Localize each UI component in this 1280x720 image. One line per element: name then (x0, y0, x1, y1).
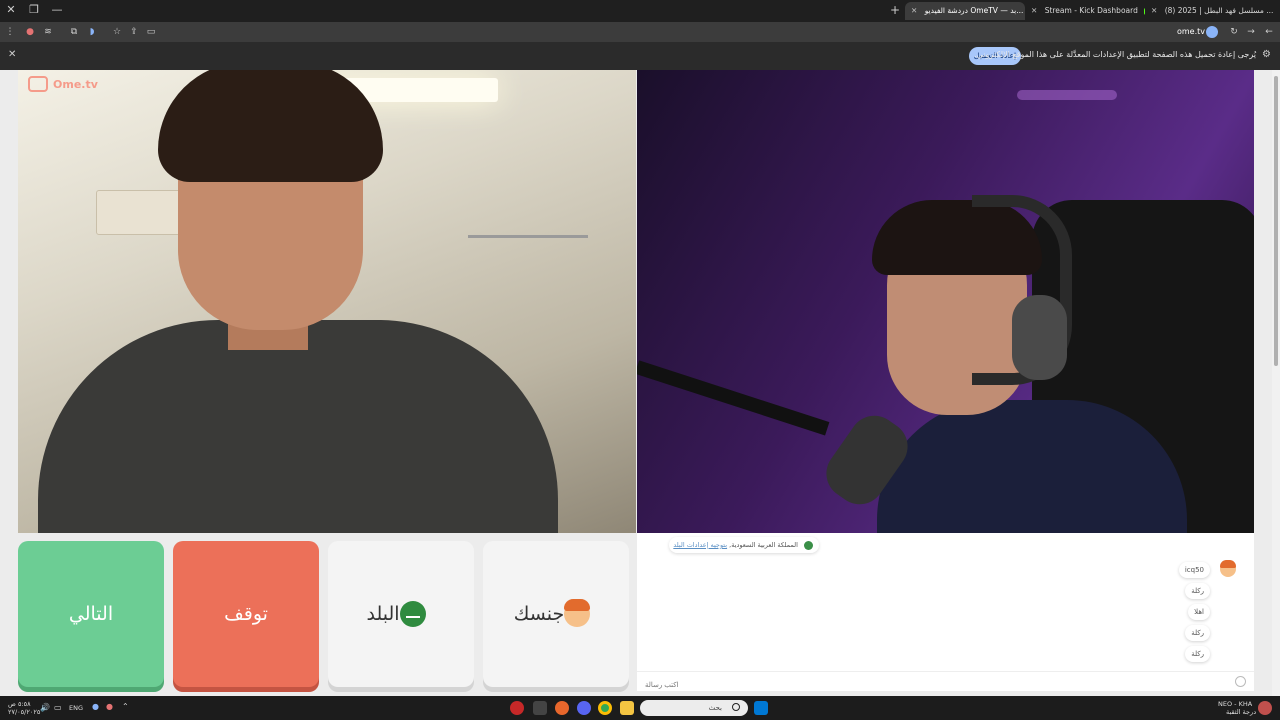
new-tab-button[interactable]: + (890, 2, 900, 18)
system-country: المملكة العربية السعودية (731, 541, 798, 549)
minimize-window-icon[interactable]: — (50, 3, 64, 17)
volume-icon[interactable]: 🔊 (40, 704, 50, 712)
tab-title: Stream - Kick Dashboard (1044, 6, 1138, 15)
user-avatar-icon[interactable] (1258, 701, 1272, 715)
person-shirt (38, 320, 558, 533)
tab-title: مسلسل فهد البطل | 2025 (8) ... (1164, 6, 1274, 15)
next-label: التالي (68, 603, 114, 625)
headphone-earcup (1012, 295, 1067, 380)
scrollbar-thumb[interactable] (1274, 76, 1278, 366)
close-window-icon[interactable]: ✕ (4, 3, 18, 17)
share-icon[interactable]: ⇪ (128, 26, 140, 38)
chat-message: اهلا (1188, 604, 1210, 620)
restore-window-icon[interactable]: ❐ (27, 3, 41, 17)
back-icon[interactable]: ← (1263, 26, 1275, 38)
tab-close-icon[interactable]: ✕ (1151, 6, 1157, 15)
chat-input-bar (637, 671, 1254, 695)
logo-text: Ome.tv (53, 77, 98, 91)
close-infobar-icon[interactable]: ✕ (8, 49, 16, 60)
gender-label: جنسك (513, 603, 565, 625)
mic-icon[interactable]: ● (92, 703, 99, 711)
boy-avatar-icon (564, 599, 591, 627)
weather-line-2[interactable]: درجة الثقبة (1226, 708, 1256, 716)
my-camera-video (637, 70, 1254, 533)
chat-message: ركلة (1185, 625, 1210, 641)
chat-controls: التالي توقف البلد جنسك (18, 541, 630, 689)
chat-message: ركلة (1185, 646, 1210, 662)
next-button[interactable]: التالي (18, 541, 164, 687)
file-explorer-icon[interactable] (620, 701, 634, 715)
chat-message: ركلة (1185, 583, 1210, 599)
extension-record-icon[interactable]: ● (24, 26, 36, 38)
firefox-icon[interactable] (555, 701, 569, 715)
forward-icon[interactable]: → (1245, 26, 1257, 38)
calculator-icon[interactable] (533, 701, 547, 715)
ometv-logo-icon (28, 76, 48, 92)
saudi-flag-icon (804, 540, 813, 550)
show-hidden-icons-icon[interactable]: ⌃ (122, 703, 129, 711)
tab-youtube[interactable]: ✕ مسلسل فهد البطل | 2025 (8) ... (1145, 2, 1280, 20)
browser-tab-strip: ✕ ❐ — + ✕ دردشة الفيديو OmeTV — بد... ✕ … (0, 0, 1280, 22)
weather-line-1[interactable]: NEO - KHA (1218, 700, 1252, 708)
air-conditioner (96, 190, 186, 235)
person-hair (158, 70, 383, 182)
language-indicator[interactable]: ENG (69, 704, 83, 712)
bookmark-star-icon[interactable]: ☆ (111, 26, 123, 38)
discord-icon[interactable] (577, 701, 591, 715)
tab-close-icon[interactable]: ✕ (1031, 6, 1037, 15)
chat-message: icq50 (1178, 562, 1210, 578)
tab-close-icon[interactable]: ✕ (911, 6, 917, 15)
sender-avatar-icon (1220, 560, 1236, 577)
infobar-message: يُرجى إعادة تحميل هذه الصفحة لتطبيق الإع… (974, 50, 1256, 59)
settings-gear-icon: ⚙ (1262, 49, 1271, 60)
stranger-video: Ome.tv (18, 70, 636, 533)
extension-blue-icon[interactable]: ◗ (86, 26, 98, 38)
taskbar-search[interactable]: بحث (640, 700, 748, 716)
obs-icon[interactable] (510, 701, 524, 715)
wall-hook-rack (468, 235, 588, 265)
mic-arm (637, 360, 830, 436)
ometv-page: Ome.tv التالي توقف البلد جنسك المملكة ال… (0, 70, 1280, 696)
site-info-icon[interactable] (1206, 26, 1218, 38)
menu-dots-icon[interactable]: ⋮ (4, 26, 16, 38)
cast-icon[interactable]: ▭ (145, 26, 157, 38)
windows-taskbar: ٥:٥٨ ص ٢٧/٠٥/٢٠٢٥ 🔊 ▭ ENG ● ● ⌃ بحث NEO … (0, 696, 1280, 720)
country-selector[interactable]: البلد (328, 541, 474, 687)
clock-date[interactable]: ٢٧/٠٥/٢٠٢٥ (8, 708, 40, 716)
network-icon[interactable]: ▭ (54, 704, 62, 712)
system-message: المملكة العربية السعودية, بتوجيه إعدادات… (669, 537, 819, 553)
country-label: البلد (366, 603, 400, 625)
search-label: بحث (708, 704, 722, 712)
reload-icon[interactable]: ↻ (1228, 26, 1240, 38)
tray-app-icon[interactable]: ● (106, 703, 113, 711)
extension-icon[interactable]: ≋ (42, 26, 54, 38)
search-icon (732, 703, 740, 711)
emoji-icon[interactable] (1235, 676, 1246, 687)
gender-selector[interactable]: جنسك (483, 541, 629, 687)
chrome-icon[interactable] (598, 701, 612, 715)
browser-toolbar: ⋮ ● ≋ ⧉ ◗ ☆ ⇪ ▭ ome.tv ↻ → ← (0, 22, 1280, 42)
tab-title: دردشة الفيديو OmeTV — بد... (924, 6, 1024, 15)
stop-button[interactable]: توقف (173, 541, 319, 687)
purple-light (1017, 90, 1117, 100)
extensions-puzzle-icon[interactable]: ⧉ (68, 26, 80, 38)
stop-label: توقف (224, 603, 268, 625)
windows-start-icon[interactable] (754, 701, 768, 715)
clock-time[interactable]: ٥:٥٨ ص (8, 700, 31, 708)
country-settings-link[interactable]: بتوجيه إعدادات البلد (673, 541, 727, 549)
page-scrollbar[interactable] (1272, 70, 1280, 696)
reload-info-bar: ✕ إعادة التحميل يُرجى إعادة تحميل هذه ال… (0, 42, 1280, 70)
tab-kick-dashboard[interactable]: ✕ Stream - Kick Dashboard (1025, 2, 1145, 20)
chat-message-input[interactable] (637, 676, 1197, 695)
chat-panel: المملكة العربية السعودية, بتوجيه إعدادات… (637, 533, 1254, 695)
tab-ometv[interactable]: ✕ دردشة الفيديو OmeTV — بد... (905, 2, 1025, 20)
saudi-flag-icon (399, 601, 426, 627)
address-bar[interactable]: ome.tv (1170, 25, 1205, 39)
ometv-logo: Ome.tv (28, 76, 98, 92)
